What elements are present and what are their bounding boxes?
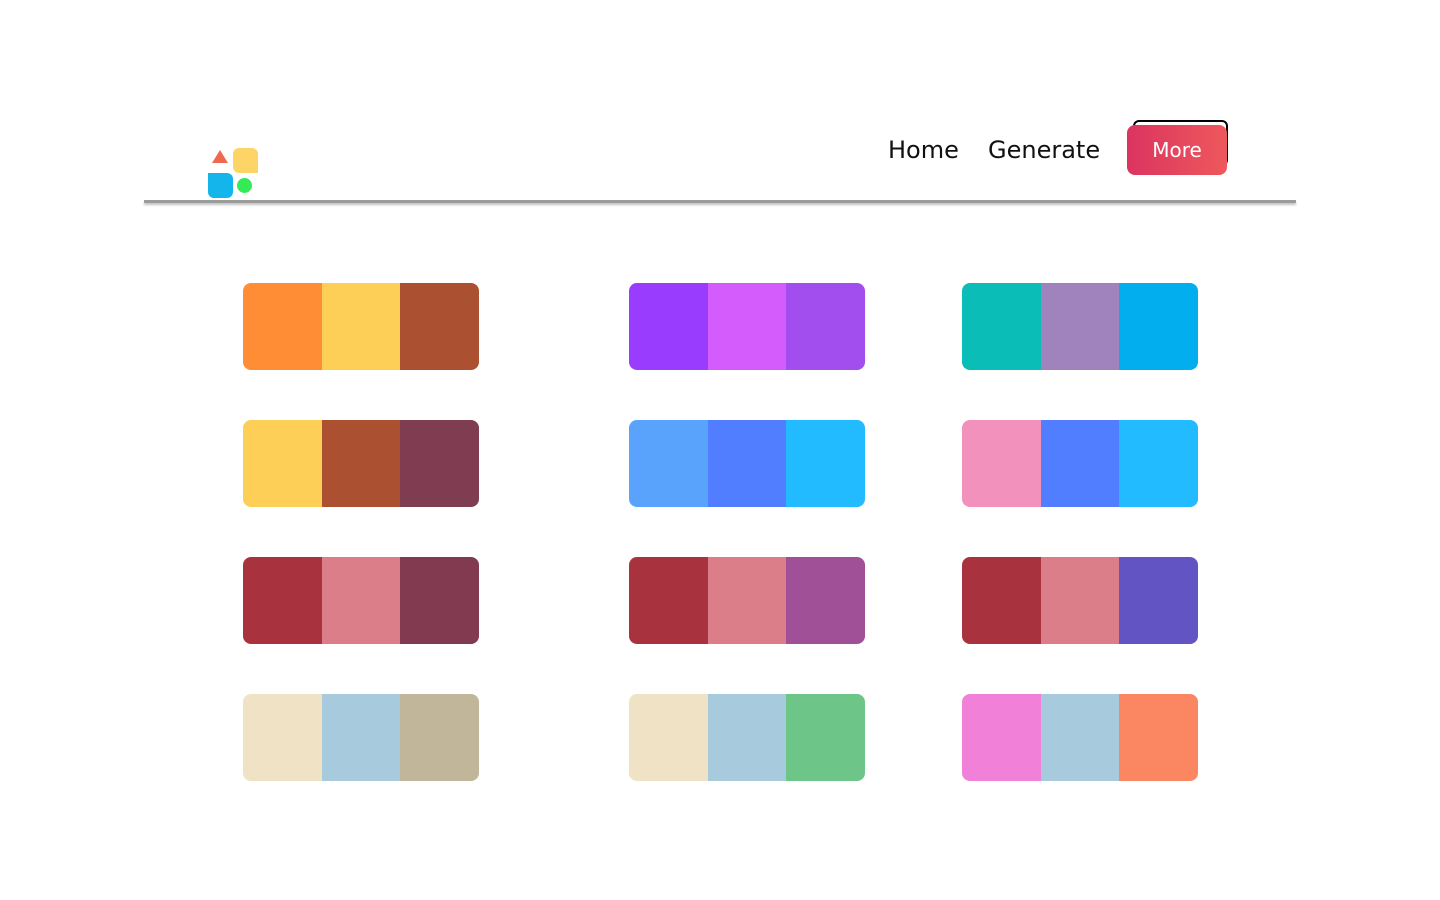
more-button-wrapper: More: [1127, 120, 1233, 175]
color-palette-card[interactable]: [629, 557, 865, 644]
color-swatch[interactable]: [629, 420, 708, 507]
color-palette-card[interactable]: [243, 694, 479, 781]
color-swatch[interactable]: [1040, 694, 1120, 781]
header: Home Generate More: [144, 112, 1296, 200]
color-swatch[interactable]: [321, 420, 401, 507]
color-swatch[interactable]: [321, 557, 401, 644]
color-swatch[interactable]: [707, 283, 787, 370]
color-swatch[interactable]: [1040, 283, 1120, 370]
color-swatch[interactable]: [962, 283, 1041, 370]
color-swatch[interactable]: [321, 283, 401, 370]
color-swatch[interactable]: [243, 557, 322, 644]
color-swatch[interactable]: [1040, 557, 1120, 644]
color-swatch[interactable]: [400, 557, 479, 644]
color-swatch[interactable]: [243, 420, 322, 507]
color-swatch[interactable]: [962, 420, 1041, 507]
color-swatch[interactable]: [962, 557, 1041, 644]
color-palette-card[interactable]: [243, 420, 479, 507]
color-palette-card[interactable]: [629, 283, 865, 370]
color-swatch[interactable]: [707, 557, 787, 644]
yellow-square-shape-icon: [233, 148, 258, 173]
color-swatch[interactable]: [962, 694, 1041, 781]
color-swatch[interactable]: [1040, 420, 1120, 507]
color-palette-card[interactable]: [243, 283, 479, 370]
color-swatch[interactable]: [629, 283, 708, 370]
color-swatch[interactable]: [707, 420, 787, 507]
color-palette-card[interactable]: [243, 557, 479, 644]
green-circle-shape-icon: [237, 178, 252, 193]
color-palette-card[interactable]: [962, 557, 1198, 644]
blue-square-shape-icon: [208, 173, 233, 198]
color-swatch[interactable]: [321, 694, 401, 781]
triangle-shape-icon: [212, 150, 228, 163]
color-swatch[interactable]: [400, 694, 479, 781]
color-swatch[interactable]: [243, 283, 322, 370]
color-swatch[interactable]: [1119, 694, 1198, 781]
nav-home-link[interactable]: Home: [888, 136, 959, 164]
color-palette-card[interactable]: [629, 420, 865, 507]
color-swatch[interactable]: [707, 694, 787, 781]
color-swatch[interactable]: [1119, 557, 1198, 644]
color-swatch[interactable]: [786, 420, 865, 507]
color-swatch[interactable]: [400, 283, 479, 370]
color-swatch[interactable]: [786, 694, 865, 781]
color-swatch[interactable]: [400, 420, 479, 507]
color-swatch[interactable]: [629, 694, 708, 781]
color-palette-card[interactable]: [962, 420, 1198, 507]
color-swatch[interactable]: [629, 557, 708, 644]
color-palette-card[interactable]: [962, 283, 1198, 370]
color-palette-card[interactable]: [629, 694, 865, 781]
color-swatch[interactable]: [786, 557, 865, 644]
header-divider: [144, 200, 1296, 203]
app-logo[interactable]: [208, 130, 260, 198]
color-swatch[interactable]: [243, 694, 322, 781]
color-swatch[interactable]: [1119, 283, 1198, 370]
color-swatch[interactable]: [1119, 420, 1198, 507]
more-button[interactable]: More: [1127, 125, 1227, 175]
color-palette-card[interactable]: [962, 694, 1198, 781]
color-swatch[interactable]: [786, 283, 865, 370]
nav-generate-link[interactable]: Generate: [988, 136, 1100, 164]
